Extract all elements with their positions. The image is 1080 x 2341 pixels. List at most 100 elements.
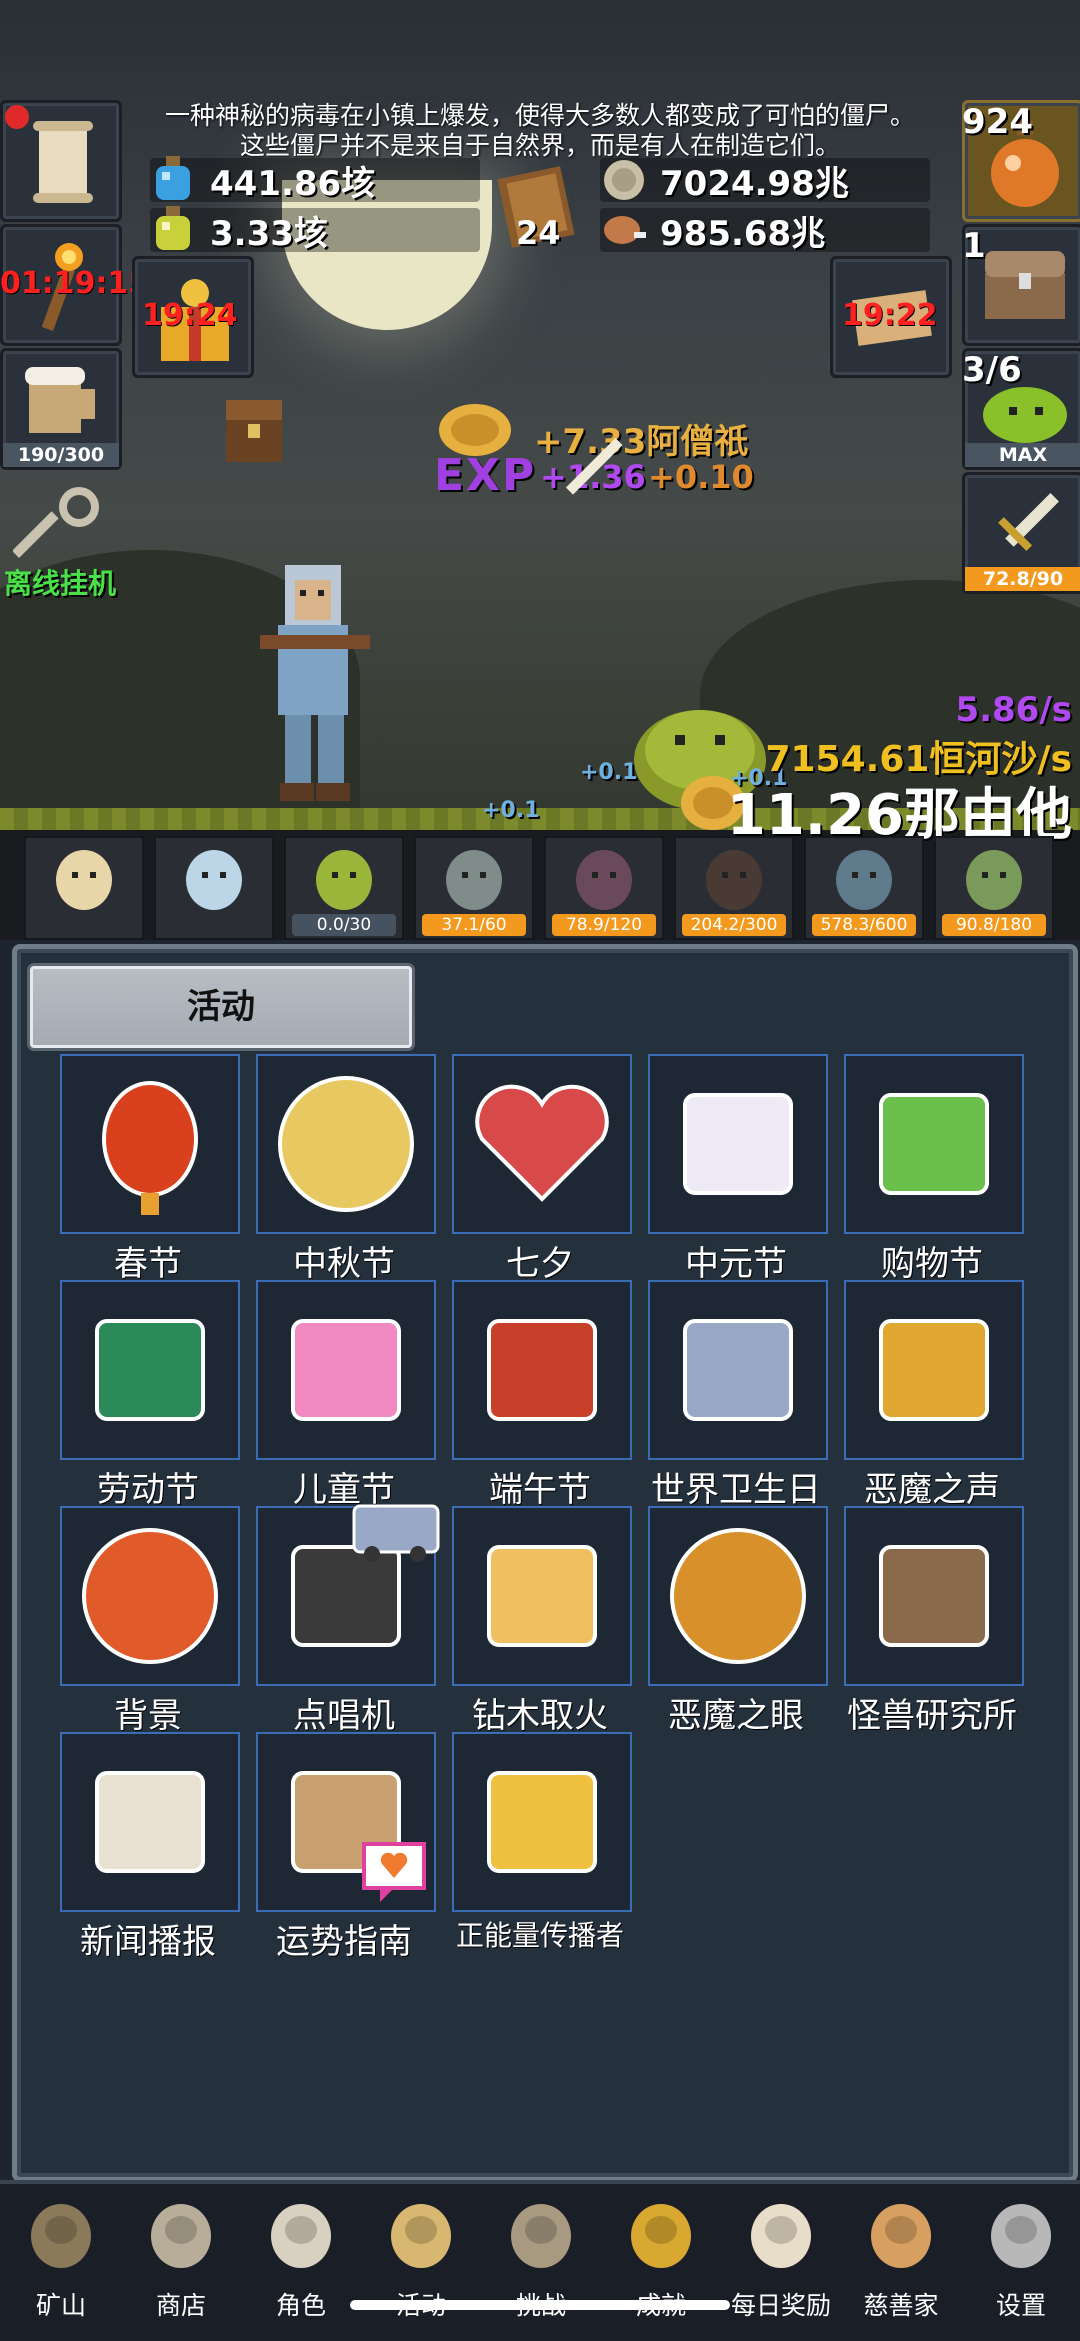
activity-tile[interactable] bbox=[256, 1054, 436, 1234]
quest-scroll-button[interactable] bbox=[0, 100, 122, 222]
lantern-nav-icon bbox=[31, 2204, 91, 2268]
panel-title: 活动 bbox=[30, 966, 412, 1048]
activity-tile[interactable] bbox=[844, 1506, 1024, 1686]
monster-slot[interactable]: 37.1/60 bbox=[414, 836, 534, 940]
monster-slot[interactable]: 578.3/600 bbox=[804, 836, 924, 940]
monster-slot[interactable] bbox=[154, 836, 274, 940]
chest-count: 1 bbox=[962, 226, 986, 266]
map-nav-icon bbox=[511, 2204, 571, 2268]
nav-skull[interactable]: 角色 bbox=[246, 2186, 356, 2320]
beer-progress: 190/300 bbox=[3, 443, 119, 467]
activity-tile[interactable] bbox=[452, 1280, 632, 1460]
nav-gear[interactable]: 设置 bbox=[966, 2186, 1076, 2320]
nav-label: 设置 bbox=[995, 2291, 1046, 2320]
activity-tile[interactable] bbox=[60, 1506, 240, 1686]
beer-button[interactable]: 190/300 bbox=[0, 348, 122, 470]
hero-character bbox=[260, 565, 370, 801]
activity-label: 七夕 bbox=[506, 1244, 574, 1284]
monster-slot[interactable]: 204.2/300 bbox=[674, 836, 794, 940]
activity-tile[interactable] bbox=[60, 1280, 240, 1460]
activity-tile[interactable] bbox=[452, 1054, 632, 1234]
key-nav-icon bbox=[631, 2204, 691, 2268]
mooncake-icon bbox=[278, 1076, 414, 1212]
exp-label: EXP bbox=[434, 450, 537, 501]
beer-mug-icon bbox=[25, 367, 95, 433]
activity-tile[interactable] bbox=[256, 1280, 436, 1460]
nav-scroll[interactable]: 活动 bbox=[366, 2186, 476, 2320]
nav-label: 商店 bbox=[155, 2291, 206, 2320]
activity-label: 背景 bbox=[114, 1696, 182, 1736]
monster-progress: 90.8/180 bbox=[942, 914, 1046, 936]
spider-icon bbox=[706, 850, 762, 910]
monster-slot[interactable] bbox=[24, 836, 144, 940]
crown-icon bbox=[487, 1771, 597, 1873]
nav-mail[interactable]: 每日奖励 bbox=[726, 2186, 836, 2320]
nav-bread[interactable]: 慈善家 bbox=[846, 2186, 956, 2320]
sword-float-icon bbox=[565, 438, 623, 495]
sword-icon bbox=[998, 493, 1059, 552]
book-count: 24 bbox=[516, 214, 561, 252]
activity-label: 购物节 bbox=[881, 1244, 983, 1284]
sword-progress: 72.8/90 bbox=[965, 567, 1080, 591]
meat-icon bbox=[604, 216, 646, 244]
brush-icon bbox=[95, 1319, 205, 1421]
activity-label: 怪兽研究所 bbox=[847, 1696, 1017, 1736]
monster-slot[interactable]: 90.8/180 bbox=[934, 836, 1054, 940]
activity-label: 恶魔之声 bbox=[864, 1470, 1000, 1510]
blue-potion-icon bbox=[156, 156, 190, 200]
nav-map[interactable]: 挑战 bbox=[486, 2186, 596, 2320]
activity-tile[interactable] bbox=[844, 1054, 1024, 1234]
activity-tile[interactable] bbox=[648, 1506, 828, 1686]
offline-label[interactable]: 离线挂机 bbox=[4, 562, 116, 602]
blue-potion-value: 441.86垓 bbox=[210, 164, 376, 204]
activity-label: 恶魔之眼 bbox=[668, 1696, 804, 1736]
workbench-icon bbox=[879, 1545, 989, 1647]
heart-icon bbox=[475, 1084, 609, 1202]
slime-icon bbox=[316, 850, 372, 910]
monster-progress: 0.0/30 bbox=[292, 914, 396, 936]
treasure-chest-icon[interactable] bbox=[222, 390, 286, 466]
activity-tile[interactable] bbox=[648, 1280, 828, 1460]
candle-icon bbox=[56, 850, 112, 910]
exp-rate: 5.86/s bbox=[955, 690, 1072, 730]
activity-label: 运势指南 bbox=[276, 1922, 412, 1962]
slime-max-label: MAX bbox=[965, 443, 1080, 467]
silver-coin-icon bbox=[604, 160, 644, 200]
activity-tile[interactable] bbox=[452, 1732, 632, 1912]
nav-lantern[interactable]: 矿山 bbox=[6, 2186, 116, 2320]
orange-gain-text: +0.10 bbox=[648, 458, 754, 496]
activity-label: 正能量传播者 bbox=[455, 1919, 624, 1952]
activity-tile[interactable] bbox=[648, 1054, 828, 1234]
sword-button[interactable]: 72.8/90 bbox=[962, 472, 1080, 594]
nav-shop[interactable]: 商店 bbox=[126, 2186, 236, 2320]
yellow-potion-icon bbox=[156, 206, 190, 250]
torch-stick-icon bbox=[487, 1545, 597, 1647]
egg-icon bbox=[186, 850, 242, 910]
monster-slot[interactable]: 0.0/30 bbox=[284, 836, 404, 940]
bat-icon bbox=[576, 850, 632, 910]
sunset-icon bbox=[82, 1528, 218, 1664]
activity-tile[interactable] bbox=[60, 1054, 240, 1234]
home-indicator[interactable] bbox=[350, 2300, 730, 2310]
lollipop-icon bbox=[291, 1319, 401, 1421]
nav-label: 每日奖励 bbox=[730, 2291, 831, 2320]
nav-key[interactable]: 成就 bbox=[606, 2186, 716, 2320]
gear-nav-icon bbox=[991, 2204, 1051, 2268]
monster-progress: 578.3/600 bbox=[812, 914, 916, 936]
activity-tile[interactable] bbox=[452, 1506, 632, 1686]
nav-label: 慈善家 bbox=[863, 2291, 939, 2320]
monster-progress: 204.2/300 bbox=[682, 914, 786, 936]
bells-icon bbox=[879, 1319, 989, 1421]
monster-slot[interactable]: 78.9/120 bbox=[544, 836, 664, 940]
activity-label: 点唱机 bbox=[293, 1696, 395, 1736]
skull-nav-icon bbox=[271, 2204, 331, 2268]
activity-tile[interactable] bbox=[844, 1280, 1024, 1460]
lantern-icon bbox=[102, 1081, 198, 1215]
activity-label: 新闻播报 bbox=[80, 1922, 216, 1962]
small-gain-text: +0.1 bbox=[482, 798, 540, 823]
slime-count: 3/6 bbox=[962, 350, 1022, 390]
bread-nav-icon bbox=[871, 2204, 931, 2268]
activity-tile[interactable] bbox=[60, 1732, 240, 1912]
potion-count: 924 bbox=[962, 102, 1033, 142]
activity-label: 中元节 bbox=[685, 1244, 787, 1284]
